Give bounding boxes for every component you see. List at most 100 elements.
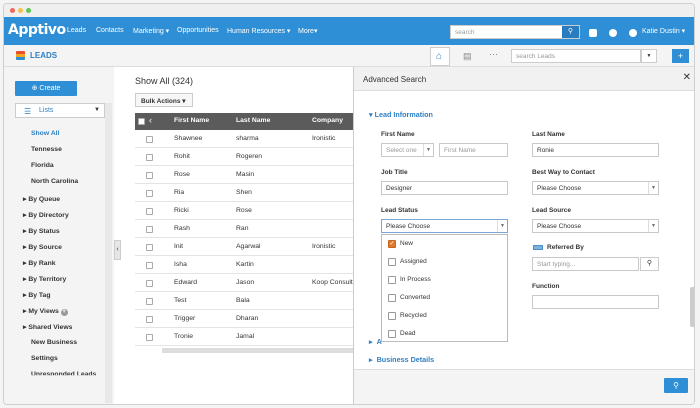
row-checkbox[interactable]: [146, 136, 153, 143]
minimize-window-dot[interactable]: [18, 8, 23, 13]
section-collapsed-a[interactable]: ▸ A: [369, 337, 382, 346]
table-row[interactable]: Test Bala: [135, 293, 360, 310]
close-window-dot[interactable]: [10, 8, 15, 13]
app-logo[interactable]: Apptivo: [8, 22, 66, 38]
browser-window: Apptivo Leads Contacts Marketing ▾ Oppor…: [3, 3, 695, 405]
sidebar-group-by-tag[interactable]: ▸ By Tag: [23, 291, 50, 299]
table-row[interactable]: Isha Kartin: [135, 257, 360, 274]
apps-icon[interactable]: [609, 29, 617, 37]
collapse-sidebar-button[interactable]: ‹: [114, 240, 121, 260]
search-leads-input[interactable]: search Leads: [511, 49, 641, 63]
sidebar-group-by-directory[interactable]: ▸ By Directory: [23, 211, 69, 219]
table-row[interactable]: Edward Jason Koop Consult: [135, 275, 360, 292]
lists-dropdown[interactable]: ☰ Lists ▼: [15, 103, 105, 118]
nav-leads[interactable]: Leads: [67, 27, 86, 34]
nav-opportunities[interactable]: Opportunities: [177, 27, 219, 34]
referred-by-input[interactable]: Start typing...: [532, 257, 639, 271]
nav-human-resources[interactable]: Human Resources ▾: [227, 27, 290, 35]
last-name-input[interactable]: Ronie: [532, 143, 659, 157]
row-checkbox[interactable]: [146, 280, 153, 287]
checkbox-icon[interactable]: [388, 312, 396, 320]
lead-status-select[interactable]: Please Choose ▼: [381, 219, 508, 233]
referred-by-search-button[interactable]: ⚲: [640, 257, 659, 271]
first-name-input[interactable]: First Name: [439, 143, 508, 157]
calendar-icon[interactable]: [589, 29, 597, 37]
row-checkbox[interactable]: [146, 190, 153, 197]
sidebar-group-my-views[interactable]: ▸ My Views +: [23, 307, 68, 316]
table-row[interactable]: Rose Masin: [135, 167, 360, 184]
sidebar-item-new-business[interactable]: New Business: [31, 339, 77, 346]
row-checkbox[interactable]: [146, 172, 153, 179]
checkbox-icon[interactable]: [388, 330, 396, 338]
nav-contacts[interactable]: Contacts: [96, 27, 124, 34]
search-leads-button[interactable]: ▼: [641, 49, 657, 63]
section-lead-information[interactable]: ▾ Lead Information: [369, 110, 433, 119]
global-search-button[interactable]: ⚲: [562, 26, 579, 38]
row-checkbox[interactable]: [146, 316, 153, 323]
table-row[interactable]: Ria Shen: [135, 185, 360, 202]
table-horizontal-scrollbar[interactable]: [162, 348, 354, 353]
sidebar-scrollbar[interactable]: [105, 103, 112, 403]
section-business-details[interactable]: ▸ Business Details: [369, 355, 434, 364]
checkbox-icon[interactable]: [388, 258, 396, 266]
row-checkbox[interactable]: [146, 244, 153, 251]
job-title-input[interactable]: Designer: [381, 181, 508, 195]
table-row[interactable]: Init Agarwal Ironistic: [135, 239, 360, 256]
table-row[interactable]: Rash Ran: [135, 221, 360, 238]
salutation-select[interactable]: Select one ▼: [381, 143, 434, 157]
more-options-icon[interactable]: ⋯: [489, 49, 498, 60]
bulk-actions-button[interactable]: Bulk Actions ▾: [135, 93, 193, 107]
chevron-left-icon[interactable]: ‹: [149, 115, 152, 125]
global-search-input[interactable]: search: [450, 25, 580, 39]
home-button[interactable]: ⌂: [430, 47, 450, 66]
sidebar-item-show-all[interactable]: Show All: [31, 130, 59, 137]
sidebar-item-unresponded-leads[interactable]: Unresponded Leads: [31, 371, 96, 375]
lead-source-select[interactable]: Please Choose ▼: [532, 219, 659, 233]
table-row[interactable]: Trigger Dharan: [135, 311, 360, 328]
sidebar-group-by-source[interactable]: ▸ By Source: [23, 243, 62, 251]
table-row[interactable]: Tronie Jamal: [135, 329, 360, 346]
sidebar-group-by-territory[interactable]: ▸ By Territory: [23, 275, 66, 283]
function-input[interactable]: [532, 295, 659, 309]
sidebar-group-shared-views[interactable]: ▸ Shared Views: [23, 323, 72, 331]
table-row[interactable]: Ricki Rose: [135, 203, 360, 220]
row-checkbox[interactable]: [146, 208, 153, 215]
sidebar-item-settings[interactable]: Settings: [31, 355, 58, 362]
column-first-name[interactable]: First Name: [174, 117, 209, 124]
row-checkbox[interactable]: [146, 226, 153, 233]
nav-marketing[interactable]: Marketing ▾: [133, 27, 169, 35]
column-company[interactable]: Company: [312, 117, 343, 124]
first-name-cell: Rohit: [174, 153, 190, 160]
select-all-checkbox[interactable]: [138, 118, 145, 125]
close-icon[interactable]: ✕: [683, 72, 691, 83]
lead-status-select-value: Please Choose: [386, 223, 431, 230]
sidebar-item-florida[interactable]: Florida: [31, 162, 54, 169]
column-last-name[interactable]: Last Name: [236, 117, 270, 124]
checkbox-icon[interactable]: [388, 294, 396, 302]
row-checkbox[interactable]: [146, 154, 153, 161]
add-lead-button[interactable]: +: [672, 49, 689, 63]
sidebar-group-by-status[interactable]: ▸ By Status: [23, 227, 60, 235]
best-way-select[interactable]: Please Choose ▼: [532, 181, 659, 195]
advanced-search-button[interactable]: ⚲: [664, 378, 688, 393]
row-checkbox[interactable]: [146, 334, 153, 341]
user-menu[interactable]: Katie Dustin ▾: [642, 27, 685, 35]
maximize-window-dot[interactable]: [26, 8, 31, 13]
table-row[interactable]: Shawnee sharma Ironistic: [135, 131, 360, 148]
reports-icon[interactable]: ▤: [463, 51, 472, 62]
sidebar-group-by-rank[interactable]: ▸ By Rank: [23, 259, 56, 267]
sidebar-group-by-queue[interactable]: ▸ By Queue: [23, 195, 60, 203]
checkbox-icon[interactable]: [388, 276, 396, 284]
row-checkbox[interactable]: [146, 298, 153, 305]
add-view-icon[interactable]: +: [60, 309, 68, 316]
last-name-cell: Masin: [236, 171, 255, 178]
panel-scrollbar[interactable]: [690, 287, 694, 327]
sidebar-item-north-carolina[interactable]: North Carolina: [31, 178, 78, 185]
nav-more[interactable]: More▾: [298, 27, 317, 35]
sidebar-item-tennesse[interactable]: Tennesse: [31, 146, 62, 153]
row-checkbox[interactable]: [146, 262, 153, 269]
table-row[interactable]: Rohit Rogeren: [135, 149, 360, 166]
user-avatar-icon[interactable]: [629, 29, 637, 37]
create-button[interactable]: ⊕ Create: [15, 81, 77, 96]
checkbox-checked-icon[interactable]: ✓: [388, 240, 396, 248]
